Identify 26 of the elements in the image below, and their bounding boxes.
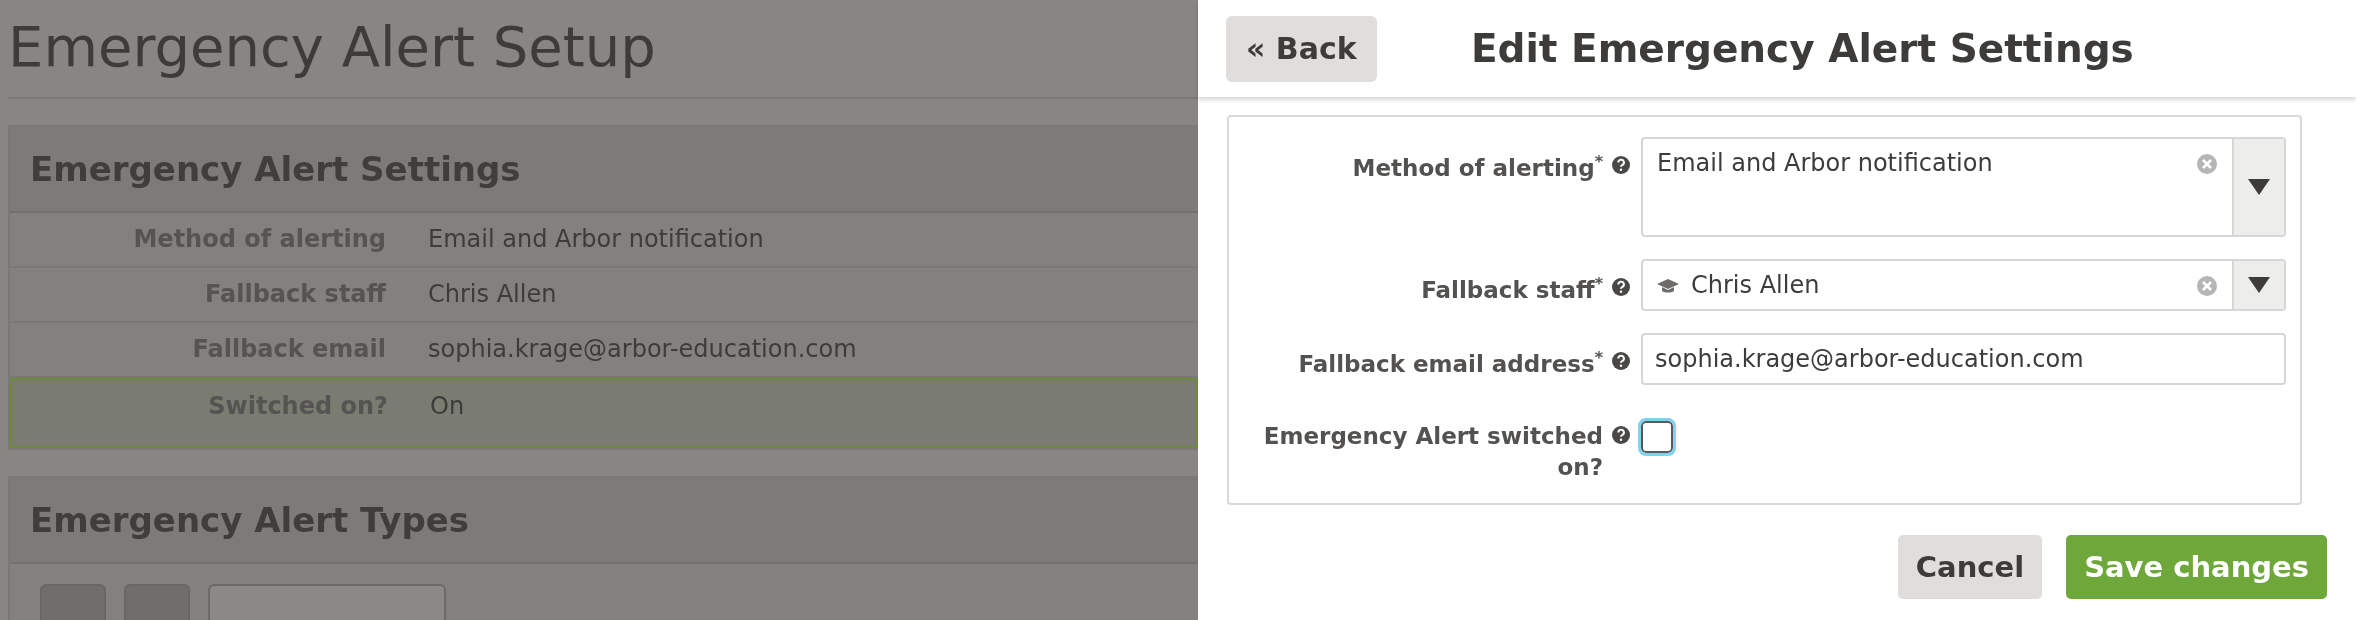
field-label: Fallback staff$^{*}$ xyxy=(1421,273,1603,305)
back-button[interactable]: « Back xyxy=(1226,15,1377,82)
cancel-button[interactable]: Cancel xyxy=(1897,535,2043,600)
row-value: On xyxy=(430,392,466,420)
row-value: Email and Arbor notification xyxy=(428,225,765,253)
field-label: Method of alerting$^{*}$ xyxy=(1352,151,1603,183)
help-icon[interactable] xyxy=(1611,425,1631,445)
help-icon[interactable] xyxy=(1611,351,1631,371)
page-title: Emergency Alert Setup xyxy=(8,0,1198,99)
help-icon[interactable] xyxy=(1611,155,1631,175)
field-label: Emergency Alert switched on? xyxy=(1262,422,1603,483)
select-field[interactable]: Chris Allen xyxy=(1641,259,2286,311)
section-heading: Emergency Alert Types xyxy=(10,478,1198,564)
graduation-cap-icon xyxy=(1657,277,1679,295)
toolbar-field[interactable] xyxy=(208,584,446,620)
email-field[interactable]: sophia.krage@arbor-education.com xyxy=(1641,333,2286,385)
row-value: Chris Allen xyxy=(428,280,558,308)
row-value: sophia.krage@arbor-education.com xyxy=(428,335,858,363)
select-field[interactable]: Email and Arbor notification xyxy=(1641,137,2286,237)
caret-icon xyxy=(2248,277,2270,293)
section-heading: Emergency Alert Settings xyxy=(10,127,1198,213)
caret-icon xyxy=(2248,179,2270,195)
help-icon[interactable] xyxy=(1611,277,1631,297)
checkbox[interactable] xyxy=(1641,421,1673,453)
panel-title: Edit Emergency Alert Settings xyxy=(1469,26,2135,71)
field-label: Fallback email address$^{*}$ xyxy=(1298,347,1603,379)
